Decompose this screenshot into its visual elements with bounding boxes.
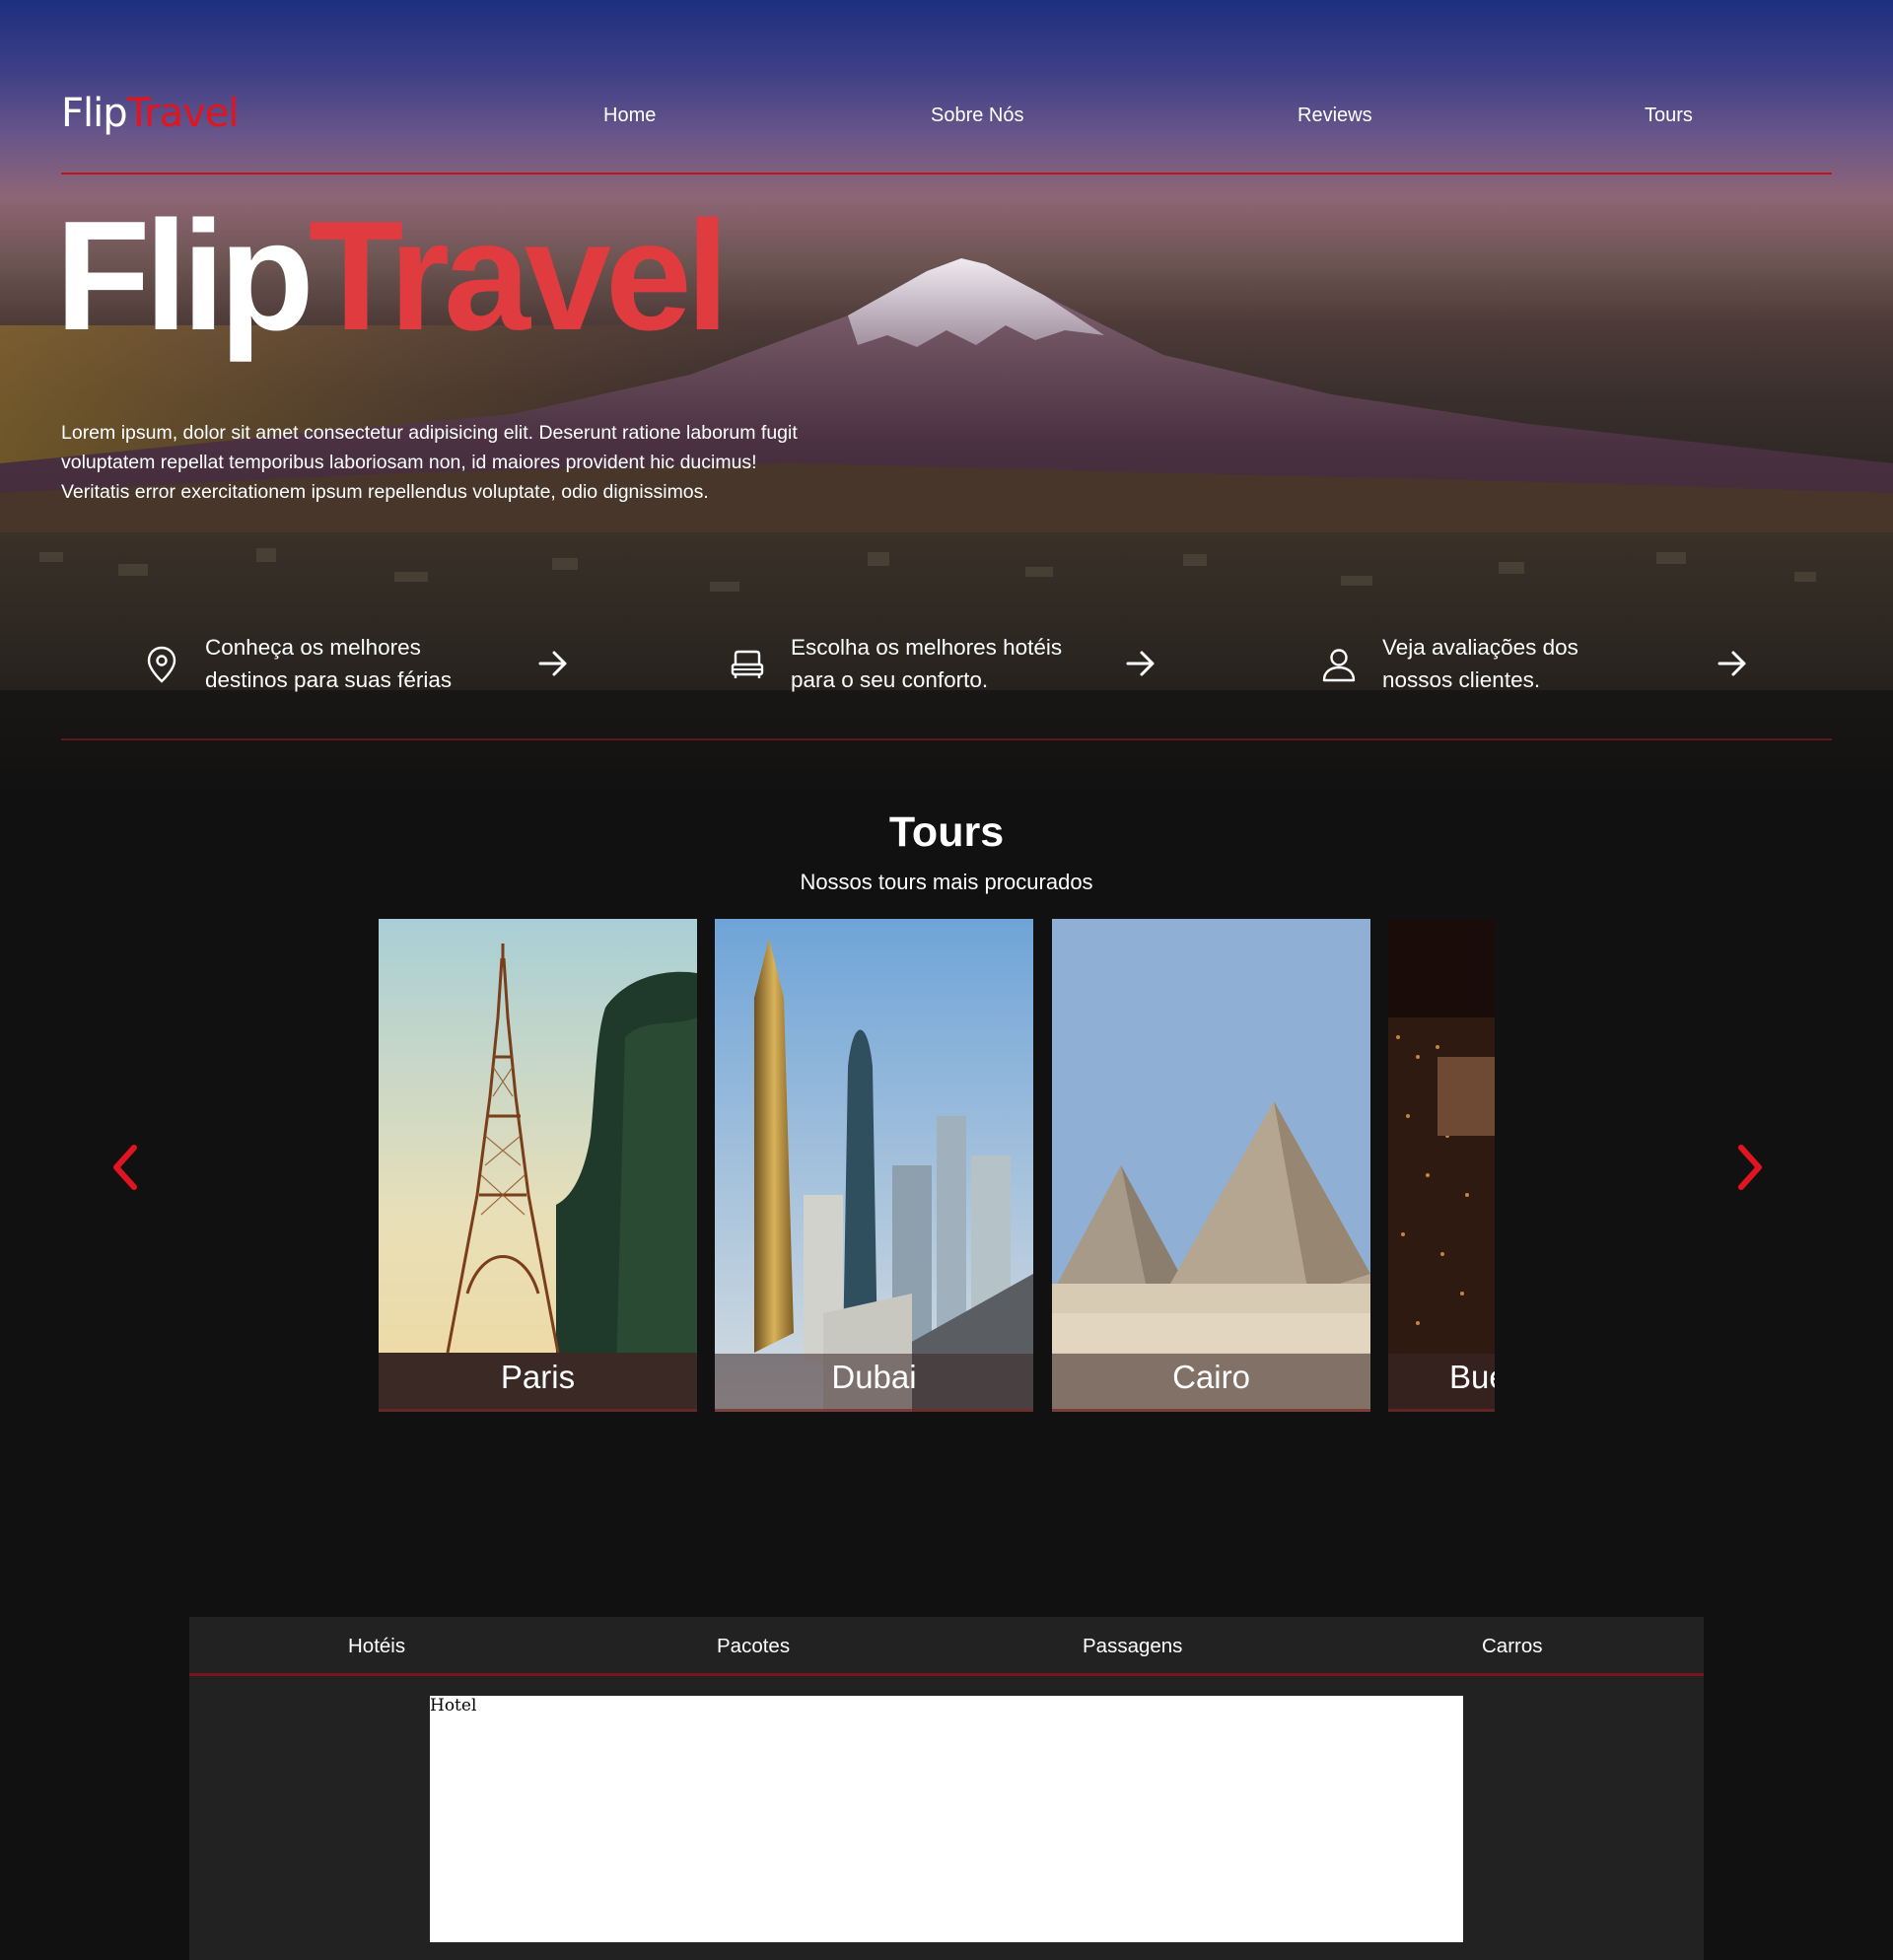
tour-card-dubai[interactable]: Dubai [715, 919, 1033, 1412]
tour-card-label: Dubai [831, 1359, 917, 1395]
booking-content-text: Hotel [430, 1696, 477, 1715]
tabs-divider [189, 1673, 1704, 1676]
feature-avaliacoes[interactable]: Veja avaliações dos nossos clientes. [1321, 631, 1765, 700]
hero-description-line: Veritatis error exercitationem ipsum rep… [61, 481, 709, 503]
nav-reviews-link[interactable]: Reviews [1297, 105, 1372, 127]
feature-text-line: para o seu conforto. [791, 667, 989, 692]
hero-description: Lorem ipsum, dolor sit amet consectetur … [61, 418, 929, 507]
hero-title-part1: Flip [55, 189, 315, 363]
nav-sobre-nos-link[interactable]: Sobre Nós [931, 105, 1024, 127]
logo-part1: Flip [61, 91, 128, 136]
hero-title: FlipTravel [55, 187, 730, 367]
hero-section: FlipTravel Home Sobre Nós Reviews Tours … [0, 0, 1893, 789]
map-pin-icon [147, 646, 176, 683]
nav-tours-link[interactable]: Tours [1645, 105, 1693, 127]
feature-text: Escolha os melhores hotéis para o seu co… [791, 631, 1106, 696]
feature-text-line: Conheça os melhores [205, 635, 421, 660]
arrow-right-icon[interactable] [1124, 647, 1157, 680]
booking-panel: Hotéis Pacotes Passagens Carros Hotel [189, 1617, 1704, 1960]
logo[interactable]: FlipTravel [61, 91, 240, 136]
booking-content-frame[interactable]: Hotel [430, 1696, 1463, 1942]
tours-carousel: Paris Dubai Cairo Bu [379, 919, 1495, 1412]
feature-text: Veja avaliações dos nossos clientes. [1382, 631, 1698, 696]
hero-divider [61, 738, 1832, 740]
arrow-right-icon[interactable] [1716, 647, 1749, 680]
carousel-prev-chevron-icon[interactable] [108, 1144, 142, 1191]
nav-divider [61, 173, 1832, 175]
feature-text-line: nossos clientes. [1382, 667, 1541, 692]
tour-card-buenos-aires[interactable]: Bue [1388, 919, 1495, 1412]
hero-description-line: voluptatem repellat temporibus laboriosa… [61, 452, 757, 473]
feature-text: Conheça os melhores destinos para suas f… [205, 631, 521, 696]
nav-home-link[interactable]: Home [603, 105, 656, 127]
tab-passagens[interactable]: Passagens [1083, 1635, 1182, 1658]
tours-subtitle: Nossos tours mais procurados [800, 870, 1093, 894]
tab-hoteis[interactable]: Hotéis [348, 1635, 405, 1658]
hero-title-part2: Travel [308, 189, 730, 363]
tour-card-label: Cairo [1172, 1359, 1250, 1395]
buenos-aires-image [1388, 919, 1495, 1412]
tour-card-cairo[interactable]: Cairo [1052, 919, 1370, 1412]
feature-text-line: Escolha os melhores hotéis [791, 635, 1063, 660]
arrow-right-icon[interactable] [536, 647, 570, 680]
tab-carros[interactable]: Carros [1482, 1635, 1543, 1658]
user-icon [1322, 649, 1356, 682]
feature-text-line: Veja avaliações dos [1382, 635, 1578, 660]
tour-card-paris[interactable]: Paris [379, 919, 697, 1412]
hero-description-line: Lorem ipsum, dolor sit amet consectetur … [61, 422, 798, 444]
paris-image [379, 919, 697, 1412]
feature-text-line: destinos para suas férias [205, 667, 453, 692]
logo-part2: Travel [126, 91, 240, 136]
tab-pacotes[interactable]: Pacotes [717, 1635, 790, 1658]
bed-icon [731, 650, 764, 678]
tour-card-label: Paris [500, 1359, 576, 1395]
feature-destinos[interactable]: Conheça os melhores destinos para suas f… [144, 631, 588, 700]
feature-hoteis[interactable]: Escolha os melhores hotéis para o seu co… [730, 631, 1173, 700]
tour-card-label: Bue [1449, 1359, 1495, 1395]
tours-title: Tours [888, 808, 1005, 856]
dubai-image [715, 919, 1033, 1412]
cairo-image [1052, 919, 1370, 1412]
carousel-next-chevron-icon[interactable] [1733, 1144, 1767, 1191]
